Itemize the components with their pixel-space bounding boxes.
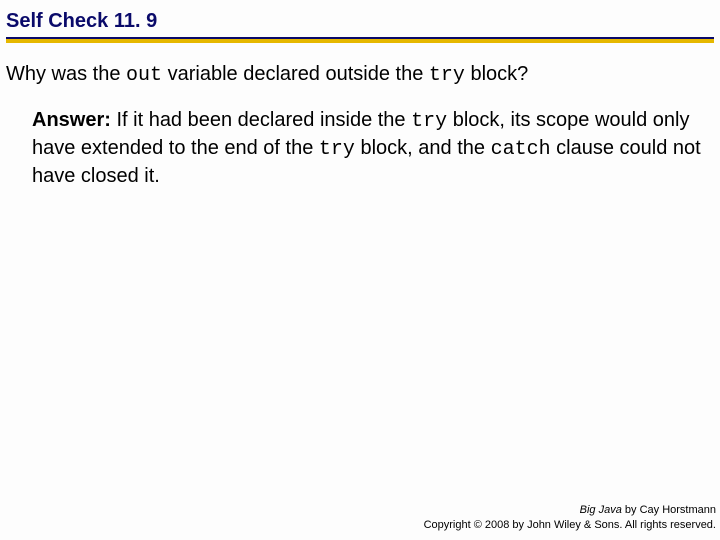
footer-book: Big Java xyxy=(580,504,622,516)
footer-copyright: Copyright © 2008 by John Wiley & Sons. A… xyxy=(424,518,716,532)
answer-label: Answer: xyxy=(32,109,111,131)
answer-t3: block, and the xyxy=(355,137,491,159)
code-try-3: try xyxy=(319,138,355,161)
code-try: try xyxy=(429,64,465,87)
slide-footer: Big Java by Cay Horstmann Copyright © 20… xyxy=(424,503,716,532)
question-pre: Why was the xyxy=(6,63,126,85)
question-mid: variable declared outside the xyxy=(162,63,429,85)
answer-text: Answer: If it had been declared inside t… xyxy=(32,107,704,190)
answer-block: Answer: If it had been declared inside t… xyxy=(6,89,714,190)
rule-gold xyxy=(6,39,714,43)
slide-body: Why was the out variable declared outsid… xyxy=(0,47,720,190)
answer-t1: If it had been declared inside the xyxy=(111,109,411,131)
slide: Self Check 11. 9 Why was the out variabl… xyxy=(0,0,720,540)
code-catch: catch xyxy=(491,138,551,161)
footer-by: by Cay Horstmann xyxy=(622,504,716,516)
code-out: out xyxy=(126,64,162,87)
question-post: block? xyxy=(465,63,528,85)
question-text: Why was the out variable declared outsid… xyxy=(6,61,714,89)
slide-header: Self Check 11. 9 xyxy=(0,0,720,47)
code-try-2: try xyxy=(411,110,447,133)
footer-line1: Big Java by Cay Horstmann xyxy=(424,503,716,517)
slide-title: Self Check 11. 9 xyxy=(6,10,714,33)
